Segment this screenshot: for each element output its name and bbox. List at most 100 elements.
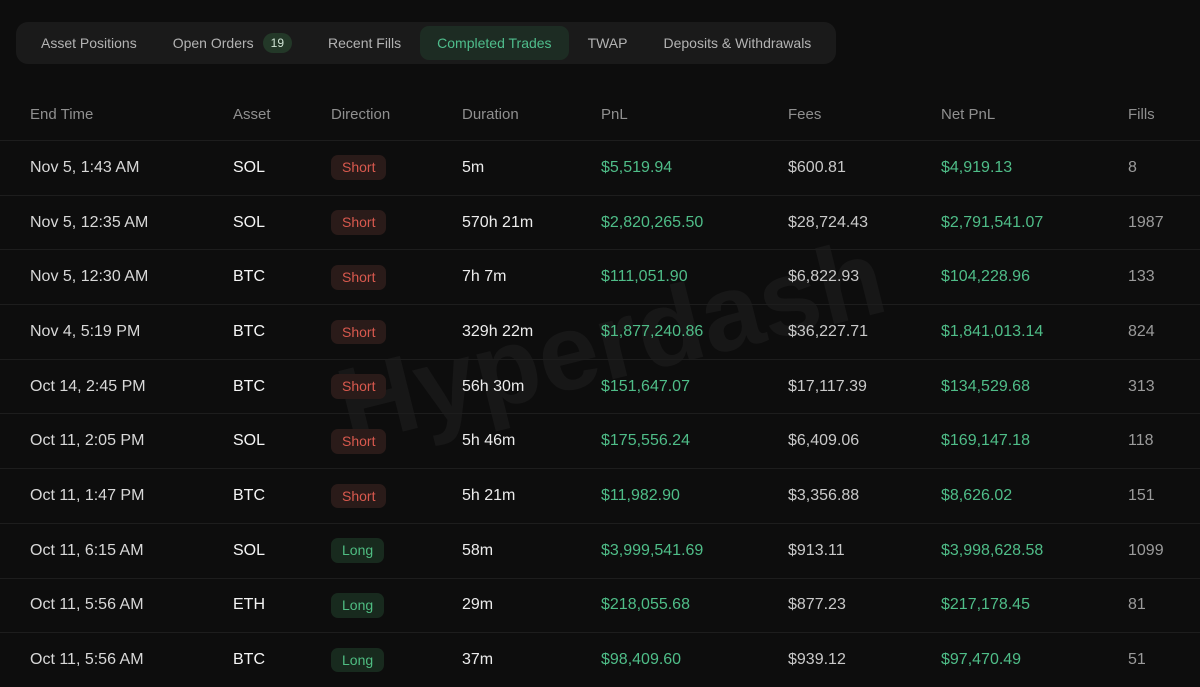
direction-badge: Short [331,374,386,399]
cell-asset: BTC [233,323,331,341]
cell-end-time: Oct 11, 2:05 PM [30,432,233,450]
cell-pnl: $175,556.24 [601,432,788,450]
cell-net-pnl: $134,529.68 [941,378,1128,396]
tab-twap[interactable]: TWAP [571,26,645,60]
tab-completed-trades[interactable]: Completed Trades [420,26,568,60]
cell-fees: $17,117.39 [788,378,941,396]
cell-end-time: Oct 11, 1:47 PM [30,487,233,505]
cell-fees: $28,724.43 [788,214,941,232]
direction-badge: Short [331,320,386,345]
column-header-fills: Fills [1128,106,1170,123]
cell-asset: BTC [233,268,331,286]
tab-asset-positions[interactable]: Asset Positions [24,26,154,60]
cell-fees: $6,822.93 [788,268,941,286]
cell-direction: Short [331,155,462,180]
cell-net-pnl: $2,791,541.07 [941,214,1128,232]
cell-asset: BTC [233,651,331,669]
cell-end-time: Nov 5, 12:30 AM [30,268,233,286]
cell-asset: SOL [233,159,331,177]
cell-net-pnl: $8,626.02 [941,487,1128,505]
cell-net-pnl: $4,919.13 [941,159,1128,177]
cell-direction: Short [331,374,462,399]
cell-end-time: Oct 11, 6:15 AM [30,542,233,560]
cell-pnl: $5,519.94 [601,159,788,177]
tab-label: Asset Positions [41,35,137,51]
cell-pnl: $151,647.07 [601,378,788,396]
table-header-row: End TimeAssetDirectionDurationPnLFeesNet… [0,88,1200,140]
cell-duration: 5m [462,159,601,177]
cell-fills: 1099 [1128,542,1170,560]
cell-direction: Long [331,648,462,673]
cell-duration: 56h 30m [462,378,601,396]
cell-fees: $36,227.71 [788,323,941,341]
cell-end-time: Nov 4, 5:19 PM [30,323,233,341]
cell-pnl: $11,982.90 [601,487,788,505]
tab-label: Open Orders [173,35,254,51]
cell-pnl: $3,999,541.69 [601,542,788,560]
direction-badge: Short [331,429,386,454]
tab-deposits-withdrawals[interactable]: Deposits & Withdrawals [646,26,828,60]
cell-asset: BTC [233,487,331,505]
cell-duration: 5h 46m [462,432,601,450]
cell-fills: 118 [1128,432,1170,450]
direction-badge: Short [331,210,386,235]
tab-bar: Asset Positions Open Orders 19 Recent Fills… [16,22,836,64]
cell-duration: 5h 21m [462,487,601,505]
direction-badge: Short [331,484,386,509]
table-row[interactable]: Oct 11, 1:47 PMBTCShort5h 21m$11,982.90$… [0,468,1200,523]
column-header-end-time: End Time [30,106,233,123]
column-header-fees: Fees [788,106,941,123]
table-row[interactable]: Nov 4, 5:19 PMBTCShort329h 22m$1,877,240… [0,304,1200,359]
table-row[interactable]: Oct 11, 5:56 AMETHLong29m$218,055.68$877… [0,578,1200,633]
cell-fees: $877.23 [788,596,941,614]
table-body: Nov 5, 1:43 AMSOLShort5m$5,519.94$600.81… [0,140,1200,687]
cell-net-pnl: $97,470.49 [941,651,1128,669]
cell-fees: $600.81 [788,159,941,177]
cell-direction: Short [331,429,462,454]
cell-duration: 37m [462,651,601,669]
table-row[interactable]: Oct 11, 5:56 AMBTCLong37m$98,409.60$939.… [0,632,1200,687]
cell-fees: $6,409.06 [788,432,941,450]
open-orders-count-badge: 19 [263,33,292,53]
cell-duration: 7h 7m [462,268,601,286]
tab-label: Recent Fills [328,35,401,51]
cell-fills: 51 [1128,651,1170,669]
direction-badge: Long [331,538,384,563]
cell-direction: Short [331,484,462,509]
cell-asset: SOL [233,542,331,560]
table-row[interactable]: Nov 5, 1:43 AMSOLShort5m$5,519.94$600.81… [0,140,1200,195]
cell-direction: Short [331,265,462,290]
tab-open-orders[interactable]: Open Orders 19 [156,24,309,62]
cell-fees: $3,356.88 [788,487,941,505]
cell-fills: 1987 [1128,214,1170,232]
cell-duration: 570h 21m [462,214,601,232]
cell-fills: 313 [1128,378,1170,396]
cell-pnl: $2,820,265.50 [601,214,788,232]
table-row[interactable]: Nov 5, 12:30 AMBTCShort7h 7m$111,051.90$… [0,249,1200,304]
cell-end-time: Nov 5, 12:35 AM [30,214,233,232]
completed-trades-table: End TimeAssetDirectionDurationPnLFeesNet… [0,88,1200,687]
cell-net-pnl: $3,998,628.58 [941,542,1128,560]
cell-net-pnl: $169,147.18 [941,432,1128,450]
tab-label: Deposits & Withdrawals [663,35,811,51]
cell-direction: Long [331,538,462,563]
column-header-direction: Direction [331,106,462,123]
tab-label: Completed Trades [437,35,551,51]
cell-duration: 58m [462,542,601,560]
cell-fills: 8 [1128,159,1170,177]
cell-net-pnl: $104,228.96 [941,268,1128,286]
column-header-net-pnl: Net PnL [941,106,1128,123]
direction-badge: Short [331,265,386,290]
table-row[interactable]: Oct 11, 6:15 AMSOLLong58m$3,999,541.69$9… [0,523,1200,578]
tab-recent-fills[interactable]: Recent Fills [311,26,418,60]
cell-end-time: Oct 14, 2:45 PM [30,378,233,396]
cell-pnl: $111,051.90 [601,268,788,286]
direction-badge: Short [331,155,386,180]
cell-fills: 824 [1128,323,1170,341]
table-row[interactable]: Oct 11, 2:05 PMSOLShort5h 46m$175,556.24… [0,413,1200,468]
cell-pnl: $218,055.68 [601,596,788,614]
cell-direction: Short [331,210,462,235]
direction-badge: Long [331,593,384,618]
table-row[interactable]: Oct 14, 2:45 PMBTCShort56h 30m$151,647.0… [0,359,1200,414]
table-row[interactable]: Nov 5, 12:35 AMSOLShort570h 21m$2,820,26… [0,195,1200,250]
